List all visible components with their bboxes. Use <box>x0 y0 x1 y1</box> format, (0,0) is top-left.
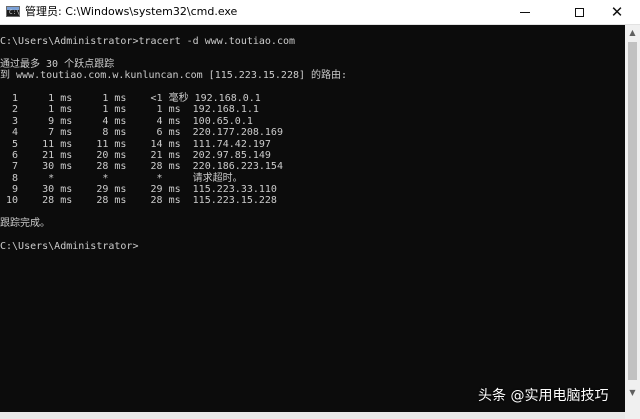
console-line: C:\Users\Administrator> <box>0 241 139 253</box>
scroll-down-icon[interactable]: ▼ <box>625 385 640 400</box>
console-line: 3 9 ms 4 ms 4 ms 100.65.0.1 <box>0 115 253 127</box>
minimize-button[interactable] <box>502 0 548 24</box>
console-line: 1 1 ms 1 ms <1 毫秒 192.168.0.1 <box>0 92 261 104</box>
console-line: 9 30 ms 29 ms 29 ms 115.223.33.110 <box>0 184 277 196</box>
close-icon: ✕ <box>610 2 624 21</box>
console-line: 通过最多 30 个跃点跟踪 <box>0 58 115 70</box>
cmd-window: C:\ 管理员: C:\Windows\system32\cmd.exe ✕ C… <box>0 0 640 419</box>
cmd-icon[interactable]: C:\ <box>6 6 20 17</box>
console-line: 10 28 ms 28 ms 28 ms 115.223.15.228 <box>0 195 277 207</box>
title-bar[interactable]: C:\ 管理员: C:\Windows\system32\cmd.exe ✕ <box>0 0 640 25</box>
console-output[interactable]: C:\Users\Administrator>tracert -d www.to… <box>0 36 625 419</box>
window-title: 管理员: C:\Windows\system32\cmd.exe <box>25 5 238 18</box>
console-line: 2 1 ms 1 ms 1 ms 192.168.1.1 <box>0 104 259 116</box>
watermark: 头条 @实用电脑技巧 <box>478 388 609 404</box>
scroll-thumb[interactable] <box>628 42 637 380</box>
console-line: C:\Users\Administrator>tracert -d www.to… <box>0 36 296 47</box>
console-line: 4 7 ms 8 ms 6 ms 220.177.208.169 <box>0 127 283 139</box>
maximize-icon <box>574 7 584 17</box>
vertical-scrollbar[interactable]: ▲ ▼ <box>625 25 640 419</box>
console-line: 跟踪完成。 <box>0 218 50 230</box>
bottom-strip <box>0 412 625 419</box>
console-line: 7 30 ms 28 ms 28 ms 220.186.223.154 <box>0 161 283 173</box>
console-line: 6 21 ms 20 ms 21 ms 202.97.85.149 <box>0 149 271 161</box>
console-line: 5 11 ms 11 ms 14 ms 111.74.42.197 <box>0 138 271 150</box>
scroll-up-icon[interactable]: ▲ <box>625 25 640 40</box>
console-line: 8 * * * 请求超时。 <box>0 172 243 184</box>
close-button[interactable]: ✕ <box>594 0 640 24</box>
minimize-icon <box>520 11 530 13</box>
console-line: 到 www.toutiao.com.w.kunluncan.com [115.2… <box>0 70 348 82</box>
